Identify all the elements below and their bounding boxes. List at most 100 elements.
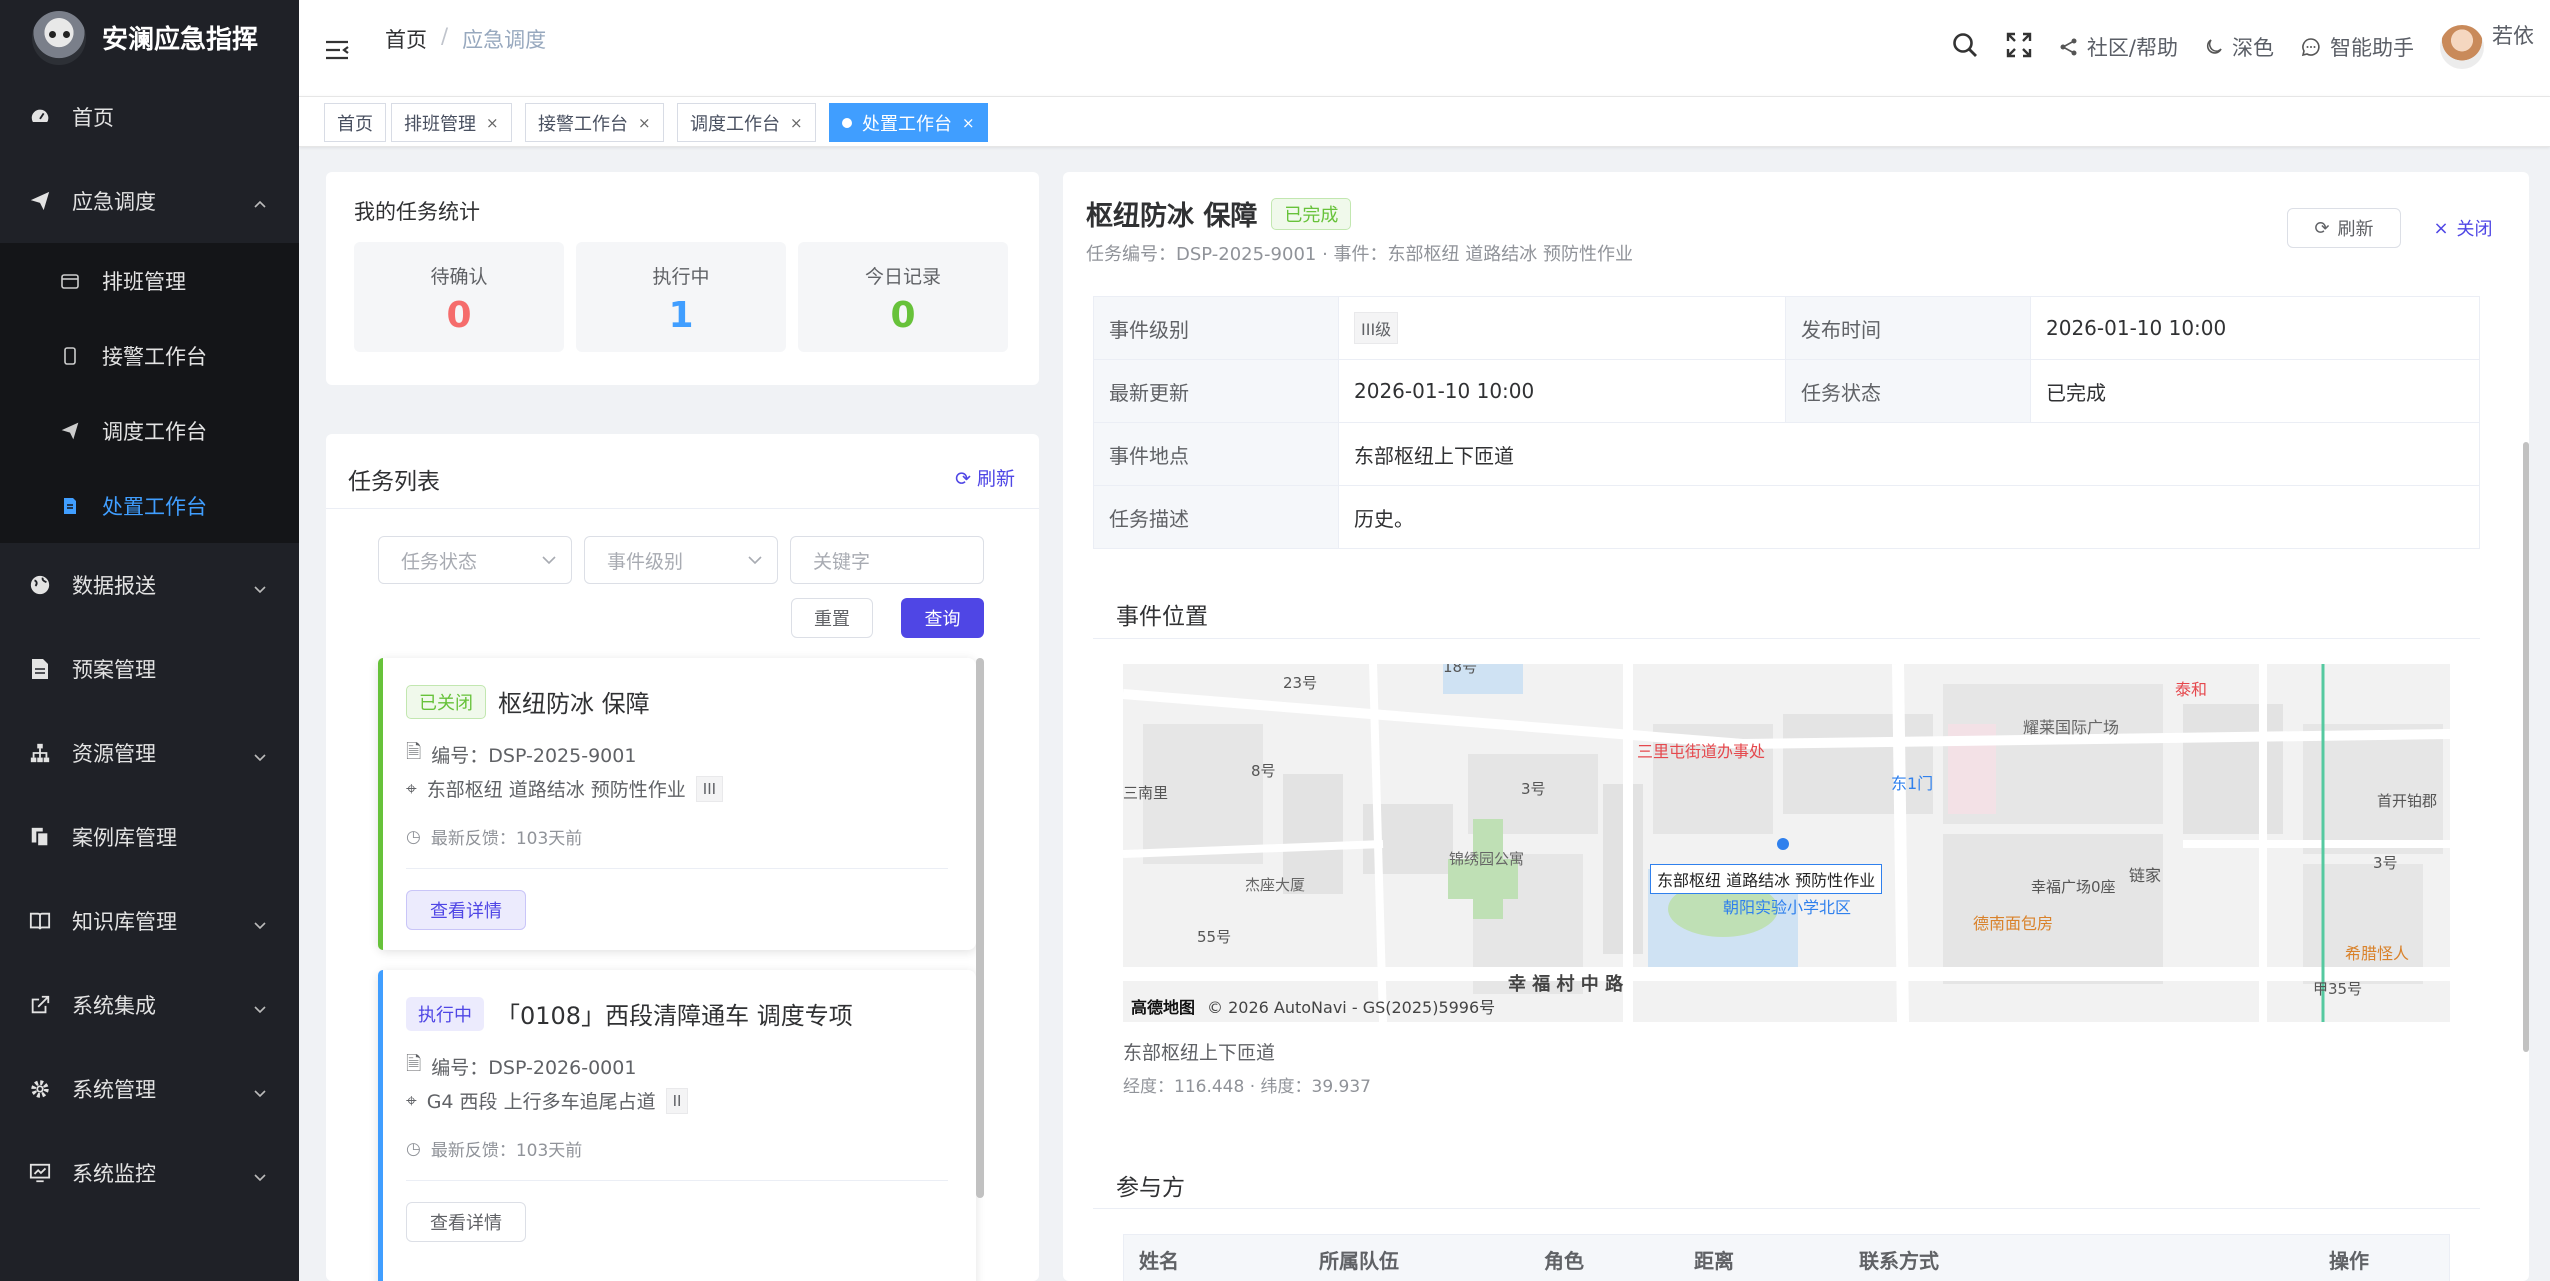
- chevron-down-icon: [253, 1165, 267, 1189]
- field-value: III级: [1339, 297, 1786, 359]
- divider: [326, 508, 1039, 509]
- header-tools: 社区/帮助 深色 智能助手 若依: [1951, 18, 2534, 76]
- book-icon: [28, 909, 52, 933]
- chevron-down-icon: [253, 577, 267, 601]
- theme-toggle[interactable]: 深色: [2204, 32, 2274, 62]
- detail-title-row: 枢纽防冰 保障 已完成: [1086, 194, 1352, 233]
- query-button[interactable]: 查询: [901, 598, 984, 638]
- column-header: 姓名: [1139, 1248, 1179, 1273]
- tab-alarm[interactable]: 接警工作台 ×: [525, 103, 664, 142]
- field-value: 2026-01-10 10:00: [2046, 316, 2227, 340]
- field-value: 2026-01-10 10:00: [1339, 360, 1786, 422]
- sidebar-item-dispatch-desk[interactable]: 调度工作台: [0, 393, 299, 468]
- sidebar-item-handling[interactable]: 处置工作台: [0, 468, 299, 543]
- app-logo[interactable]: 安澜应急指挥: [0, 0, 299, 75]
- sidebar-item-label: 排班管理: [102, 269, 186, 294]
- sidebar-item-integration[interactable]: 系统集成: [0, 963, 299, 1047]
- level-badge: III级: [1354, 312, 1399, 344]
- task-card[interactable]: 执行中 「0108」西段清障通车 调度专项 🗎 编号：DSP-2026-0001 …: [378, 970, 976, 1281]
- sidebar-item-schedule[interactable]: 排班管理: [0, 243, 299, 318]
- document-icon: 🗎: [406, 741, 422, 763]
- sidebar-item-monitor[interactable]: 系统监控: [0, 1131, 299, 1215]
- document-icon: 🗎: [406, 1053, 422, 1075]
- code-text: 编号：DSP-2025-9001: [431, 744, 637, 767]
- close-icon[interactable]: ×: [962, 114, 975, 132]
- divider: [406, 1180, 948, 1181]
- chevron-down-icon: [253, 1081, 267, 1105]
- map-coords: 经度：116.448 · 纬度：39.937: [1123, 1077, 1371, 1097]
- detail-close-button[interactable]: × 关闭: [2423, 208, 2503, 248]
- participants-title: 参与方: [1116, 1175, 1185, 1201]
- sidebar-item-dispatch[interactable]: 应急调度: [0, 159, 299, 243]
- gear-icon: [28, 1077, 52, 1101]
- task-feedback: ◷ 最新反馈：103天前: [406, 1136, 582, 1162]
- sidebar-item-plan[interactable]: 预案管理: [0, 627, 299, 711]
- sidebar-item-label: 处置工作台: [102, 494, 207, 519]
- field-label: 最新更新: [1094, 360, 1339, 422]
- breadcrumb-home[interactable]: 首页: [385, 24, 427, 54]
- task-code: 🗎 编号：DSP-2025-9001: [406, 738, 636, 770]
- map-label: 锦绣园公寓: [1449, 850, 1525, 868]
- task-stats-card: 我的任务统计 待确认 0 执行中 1 今日记录 0: [326, 172, 1039, 385]
- level-select[interactable]: 事件级别: [584, 536, 778, 584]
- avatar: [2440, 25, 2484, 69]
- tab-home[interactable]: 首页: [324, 103, 386, 142]
- chevron-down-icon: [253, 913, 267, 937]
- status-select[interactable]: 任务状态: [378, 536, 572, 584]
- view-detail-button[interactable]: 查看详情: [406, 890, 526, 930]
- close-icon[interactable]: ×: [486, 114, 499, 132]
- map-section-title: 事件位置: [1116, 604, 1208, 630]
- detail-refresh-button[interactable]: ⟳ 刷新: [2287, 208, 2401, 248]
- tab-dispatch[interactable]: 调度工作台 ×: [677, 103, 816, 142]
- reset-button[interactable]: 重置: [791, 598, 873, 638]
- view-detail-button[interactable]: 查看详情: [406, 1202, 526, 1242]
- column-header: 距离: [1694, 1248, 1734, 1273]
- sidebar-item-alarm[interactable]: 接警工作台: [0, 318, 299, 393]
- code-text: 编号：DSP-2026-0001: [431, 1056, 637, 1079]
- tab-schedule[interactable]: 排班管理 ×: [391, 103, 512, 142]
- tab-label: 排班管理: [404, 113, 476, 135]
- map-label: 18号: [1443, 664, 1478, 676]
- share-icon: [2060, 38, 2077, 56]
- map-canvas: [1123, 664, 2450, 1022]
- stat-label: 执行中: [652, 266, 710, 288]
- select-placeholder: 事件级别: [607, 550, 684, 573]
- task-card[interactable]: 已关闭 枢纽防冰 保障 🗎 编号：DSP-2025-9001 ⌖ 东部枢纽 道路结冰…: [378, 658, 976, 950]
- field-value: 东部枢纽上下匝道: [1354, 443, 1514, 468]
- task-title: 枢纽防冰 保障: [498, 690, 650, 718]
- close-icon[interactable]: ×: [638, 114, 651, 132]
- map-marker-label[interactable]: 东部枢纽 道路结冰 预防性作业: [1650, 864, 1883, 894]
- task-code: 🗎 编号：DSP-2026-0001: [406, 1050, 636, 1082]
- menu-fold-icon[interactable]: [324, 38, 350, 67]
- divider: [1093, 1208, 2480, 1209]
- send-icon: [58, 419, 82, 443]
- level-badge: II: [665, 1087, 689, 1114]
- event-map[interactable]: 泰和 18号 23号 三里屯街道办事处 东1门 耀莱国际广场 三南里 8号 3号…: [1123, 664, 2450, 1022]
- detail-panel: 枢纽防冰 保障 已完成 任务编号：DSP-2025-9001 · 事件：东部枢纽…: [1063, 172, 2529, 1281]
- scrollbar[interactable]: [976, 658, 984, 1198]
- fullscreen-icon[interactable]: [2005, 31, 2033, 64]
- phone-icon: [58, 344, 82, 368]
- field-value: 历史。: [1354, 506, 1414, 531]
- scrollbar[interactable]: [2523, 442, 2529, 1052]
- keyword-input[interactable]: 关键字: [790, 536, 984, 584]
- sidebar-item-report[interactable]: 数据报送: [0, 543, 299, 627]
- sidebar-item-system[interactable]: 系统管理: [0, 1047, 299, 1131]
- clock-icon: ◷: [406, 1138, 421, 1159]
- search-icon[interactable]: [1951, 31, 1979, 64]
- sidebar-item-case[interactable]: 案例库管理: [0, 795, 299, 879]
- assistant-button[interactable]: 智能助手: [2300, 32, 2414, 62]
- sidebar-item-home[interactable]: 首页: [0, 75, 299, 159]
- breadcrumb-separator: /: [441, 24, 449, 48]
- sidebar-item-resource[interactable]: 资源管理: [0, 711, 299, 795]
- task-refresh-button[interactable]: ⟳ 刷新: [955, 464, 1015, 491]
- close-icon[interactable]: ×: [790, 114, 803, 132]
- sidebar-item-knowledge[interactable]: 知识库管理: [0, 879, 299, 963]
- user-menu[interactable]: 若依: [2440, 24, 2534, 69]
- tab-label: 处置工作台: [862, 113, 952, 135]
- task-title: 「0108」西段清障通车 调度专项: [496, 1002, 853, 1030]
- tab-handling[interactable]: 处置工作台 ×: [829, 103, 988, 142]
- task-list-card: 任务列表 ⟳ 刷新 任务状态 事件级别 关键字 重置 查询 已关闭 枢纽防冰 保…: [326, 434, 1039, 1281]
- tab-label: 接警工作台: [538, 113, 628, 135]
- community-link[interactable]: 社区/帮助: [2059, 32, 2178, 62]
